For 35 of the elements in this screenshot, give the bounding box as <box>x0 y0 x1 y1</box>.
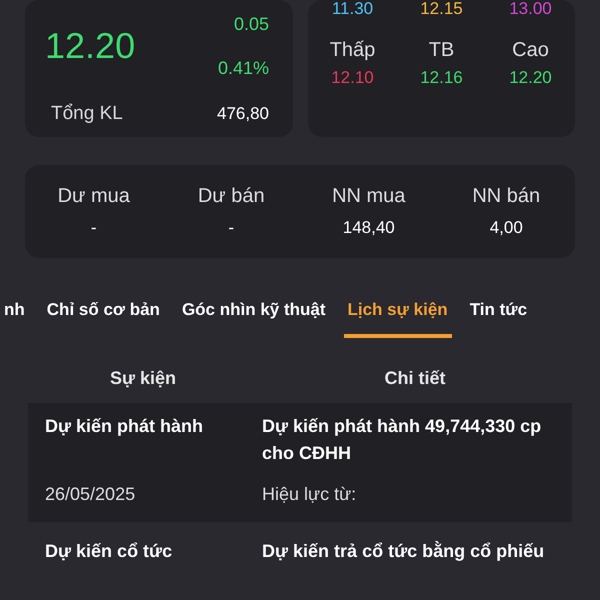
tab[interactable]: nh <box>0 290 29 338</box>
volume-value: 476,80 <box>217 104 269 124</box>
price-change-percent: 0.41% <box>217 58 269 80</box>
event-title: Dự kiến cổ tức <box>45 540 174 563</box>
tab[interactable]: Tin tức <box>466 290 532 338</box>
reference-price: 12.15 <box>420 0 463 17</box>
range-value: 12.20 <box>509 68 552 88</box>
column-header: Chi tiết <box>384 368 446 389</box>
tab[interactable]: Góc nhìn kỹ thuật <box>178 290 330 338</box>
order-value: - <box>228 218 234 238</box>
order-label: Dư mua <box>58 185 130 208</box>
event-date: 26/05/2025 <box>45 483 136 506</box>
volume-label: Tổng KL <box>50 103 124 126</box>
event-detail: Dự kiến phát hành 49,744,330 cp cho CĐHH <box>262 415 542 465</box>
event-detail: Dự kiến trả cổ tức bằng cổ phiếu <box>262 540 546 563</box>
order-value: 4,00 <box>490 218 523 238</box>
tab[interactable]: Chỉ số cơ bản <box>42 290 164 338</box>
event-effective: Hiệu lực từ: <box>262 483 358 506</box>
range-label: TB <box>428 39 454 62</box>
range-value: 12.16 <box>420 68 463 88</box>
tab[interactable]: Lịch sự kiện <box>344 290 452 338</box>
reference-price: 13.00 <box>509 0 552 17</box>
range-label: Thấp <box>330 39 376 62</box>
order-value: - <box>90 218 97 238</box>
price-change: 0.05 <box>232 12 269 35</box>
order-label: Dư bán <box>198 185 265 208</box>
event-title: Dự kiến phát hành <box>45 415 204 438</box>
range-value: 12.10 <box>331 68 374 88</box>
reference-price: 11.30 <box>332 0 374 17</box>
range-label: Cao <box>512 39 549 62</box>
order-label: NN mua <box>332 185 406 208</box>
order-value: 148,40 <box>342 218 395 238</box>
column-header: Sự kiện <box>108 368 178 389</box>
last-price: 12.20 <box>45 24 136 67</box>
order-label: NN bán <box>472 185 540 208</box>
